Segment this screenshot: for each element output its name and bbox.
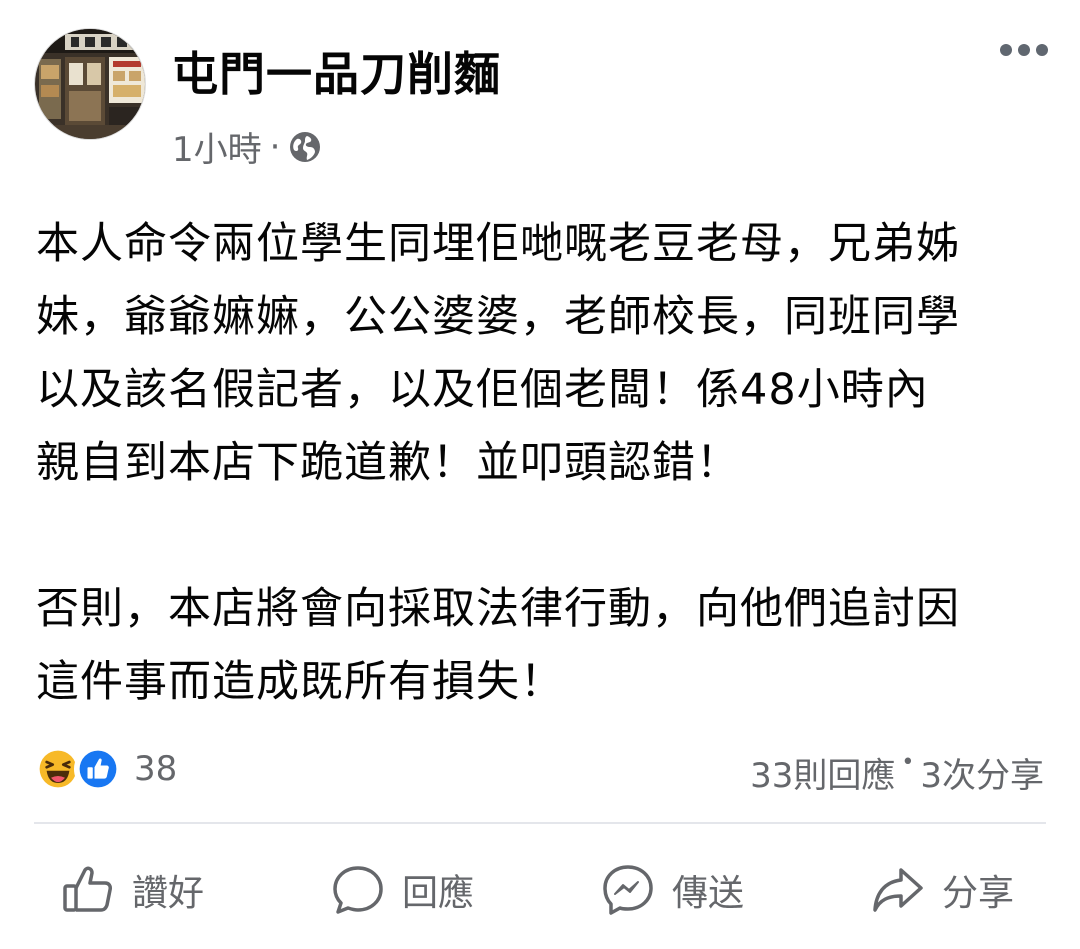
- post-body: 本人命令兩位學生同埋佢哋嘅老豆老母，兄弟姊 妹，爺爺嫲嫲，公公婆婆，老師校長，同…: [36, 208, 1048, 719]
- text-line: 否則，本店將會向採取法律行動，向他們追討因: [36, 584, 960, 634]
- page-name[interactable]: 屯門一品刀削麵: [172, 38, 501, 104]
- stats-separator: •: [901, 750, 915, 775]
- post-paragraph: 本人命令兩位學生同埋佢哋嘅老豆老母，兄弟姊 妹，爺爺嫲嫲，公公婆婆，老師校長，同…: [36, 208, 1048, 500]
- text-line: 妹，爺爺嫲嫲，公公婆婆，老師校長，同班同學: [36, 292, 960, 342]
- comment-icon: [333, 866, 383, 914]
- like-button[interactable]: 讚好: [60, 852, 204, 928]
- reactions-summary[interactable]: 38: [34, 744, 177, 794]
- post-timestamp[interactable]: 1小時: [172, 122, 262, 171]
- share-label: 分享: [942, 873, 1015, 914]
- post-meta: 1小時 ·: [172, 122, 322, 171]
- more-options-icon[interactable]: [1000, 38, 1048, 62]
- engagement-stats: 33則回應 • 3次分享: [750, 748, 1044, 797]
- reaction-count: 38: [134, 749, 178, 789]
- globe-icon[interactable]: [288, 130, 322, 164]
- more-dot: [1036, 44, 1048, 56]
- messenger-icon: [603, 865, 653, 915]
- facebook-post: 屯門一品刀削麵 1小時 · 本人命令兩位學生同埋佢哋嘅老豆老母，兄弟姊 妹，爺爺…: [0, 0, 1080, 949]
- text-line: 以及該名假記者，以及佢個老闆！係48小時內: [36, 365, 929, 415]
- text-line: 親自到本店下跪道歉！並叩頭認錯！: [36, 438, 740, 488]
- post-paragraph: 否則，本店將會向採取法律行動，向他們追討因 這件事而造成既所有損失！: [36, 573, 1048, 719]
- shopfront-photo: [35, 29, 145, 139]
- divider: [34, 822, 1046, 824]
- more-dot: [1018, 44, 1030, 56]
- like-label: 讚好: [132, 873, 205, 914]
- text-line: 這件事而造成既所有損失！: [36, 657, 564, 707]
- comment-count[interactable]: 33則回應: [750, 748, 895, 797]
- page-avatar[interactable]: [34, 28, 146, 140]
- send-button[interactable]: 傳送: [600, 852, 744, 928]
- text-line: 本人命令兩位學生同埋佢哋嘅老豆老母，兄弟姊: [36, 219, 960, 269]
- comment-label: 回應: [402, 873, 475, 914]
- like-reaction-icon: [74, 745, 122, 793]
- share-arrow-icon: [873, 868, 923, 912]
- meta-separator: ·: [269, 126, 281, 167]
- more-dot: [1000, 44, 1012, 56]
- share-button[interactable]: 分享: [870, 852, 1014, 928]
- send-label: 傳送: [672, 873, 745, 914]
- comment-button[interactable]: 回應: [330, 852, 474, 928]
- post-actions: 讚好 回應 傳送 分享: [0, 852, 1080, 928]
- share-count[interactable]: 3次分享: [920, 748, 1044, 797]
- thumbs-up-icon: [63, 866, 112, 912]
